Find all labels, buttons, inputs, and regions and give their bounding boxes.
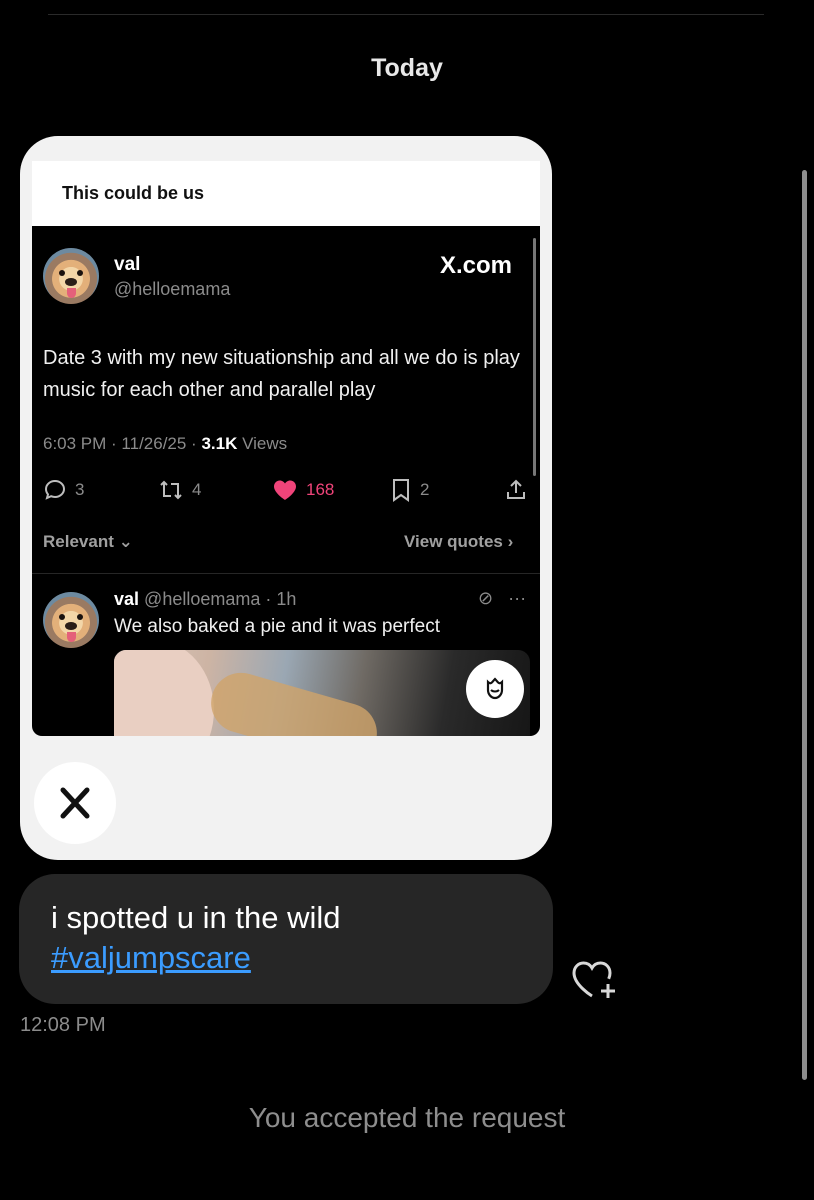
- reply-author-name: val: [114, 589, 140, 609]
- heart-icon: [274, 480, 296, 500]
- repost-icon: [160, 480, 182, 500]
- sort-dropdown[interactable]: Relevant ⌄: [43, 532, 133, 552]
- tweet-meta: 6:03 PM · 11/26/25 · 3.1K Views: [43, 434, 287, 454]
- message-timestamp: 12:08 PM: [20, 1014, 106, 1036]
- reply-author-handle: @helloemama · 1h: [144, 589, 297, 609]
- share-icon: [507, 479, 525, 499]
- tweet-time: 6:03 PM · 11/26/25 ·: [43, 434, 202, 453]
- chevron-down-icon: ⌄: [118, 532, 133, 551]
- tweet-text: Date 3 with my new situationship and all…: [43, 347, 520, 401]
- bookmark-icon: [393, 479, 409, 502]
- views-label: Views: [237, 434, 288, 453]
- view-quotes-link[interactable]: View quotes ›: [404, 532, 513, 552]
- x-app-badge[interactable]: [34, 762, 116, 844]
- view-count: 3.1K: [201, 434, 238, 453]
- source-label: X.com: [440, 252, 513, 279]
- reply-author: val @helloemama · 1h: [114, 589, 296, 610]
- repost-action[interactable]: 4: [158, 478, 201, 502]
- reply-avatar: [43, 592, 99, 648]
- tweet-scroll-indicator: [533, 238, 536, 476]
- reply-icon: [44, 479, 66, 500]
- heart-plus-icon: [572, 961, 615, 998]
- x-logo-icon: [60, 787, 90, 819]
- date-separator: Today: [371, 54, 443, 82]
- gift-icon: [486, 677, 504, 700]
- scrollbar[interactable]: [802, 170, 807, 1080]
- react-button[interactable]: [570, 958, 618, 1007]
- view-quotes-label: View quotes: [404, 532, 503, 551]
- avatar: [43, 248, 99, 304]
- tweet-screenshot[interactable]: val @helloemama X.com Date 3 with my new…: [32, 226, 540, 736]
- message-text: i spotted u in the wild: [51, 900, 341, 935]
- shared-caption-area: This could be us: [32, 161, 540, 227]
- chevron-right-icon: ›: [507, 532, 514, 551]
- reply-action[interactable]: 3: [43, 478, 84, 502]
- repost-count: 4: [192, 480, 202, 499]
- reply-text: We also baked a pie and it was perfect: [114, 616, 441, 637]
- top-divider: [48, 14, 764, 15]
- share-action[interactable]: [504, 478, 528, 502]
- author-handle: @helloemama: [114, 279, 231, 299]
- more-icon[interactable]: ···: [508, 588, 526, 608]
- bookmark-action[interactable]: 2: [390, 478, 429, 502]
- hashtag-link[interactable]: #valjumpscare: [51, 940, 251, 976]
- reply-icons: ⊘ ···: [478, 588, 526, 609]
- shared-caption: This could be us: [62, 183, 205, 203]
- bookmark-count: 2: [420, 480, 430, 499]
- author-name: val: [114, 254, 141, 275]
- shared-post-card[interactable]: This could be us val @helloemama X.com D…: [20, 136, 552, 860]
- grok-icon[interactable]: ⊘: [478, 588, 493, 608]
- reply-count: 3: [75, 480, 85, 499]
- request-status-note: You accepted the request: [248, 1102, 566, 1133]
- like-action[interactable]: 168: [272, 478, 334, 502]
- message-bubble[interactable]: i spotted u in the wild #valjumpscare: [19, 874, 553, 1004]
- sort-label: Relevant: [43, 532, 114, 551]
- gift-button[interactable]: [466, 660, 524, 718]
- like-count: 168: [306, 480, 335, 499]
- tweet-divider: [32, 573, 540, 574]
